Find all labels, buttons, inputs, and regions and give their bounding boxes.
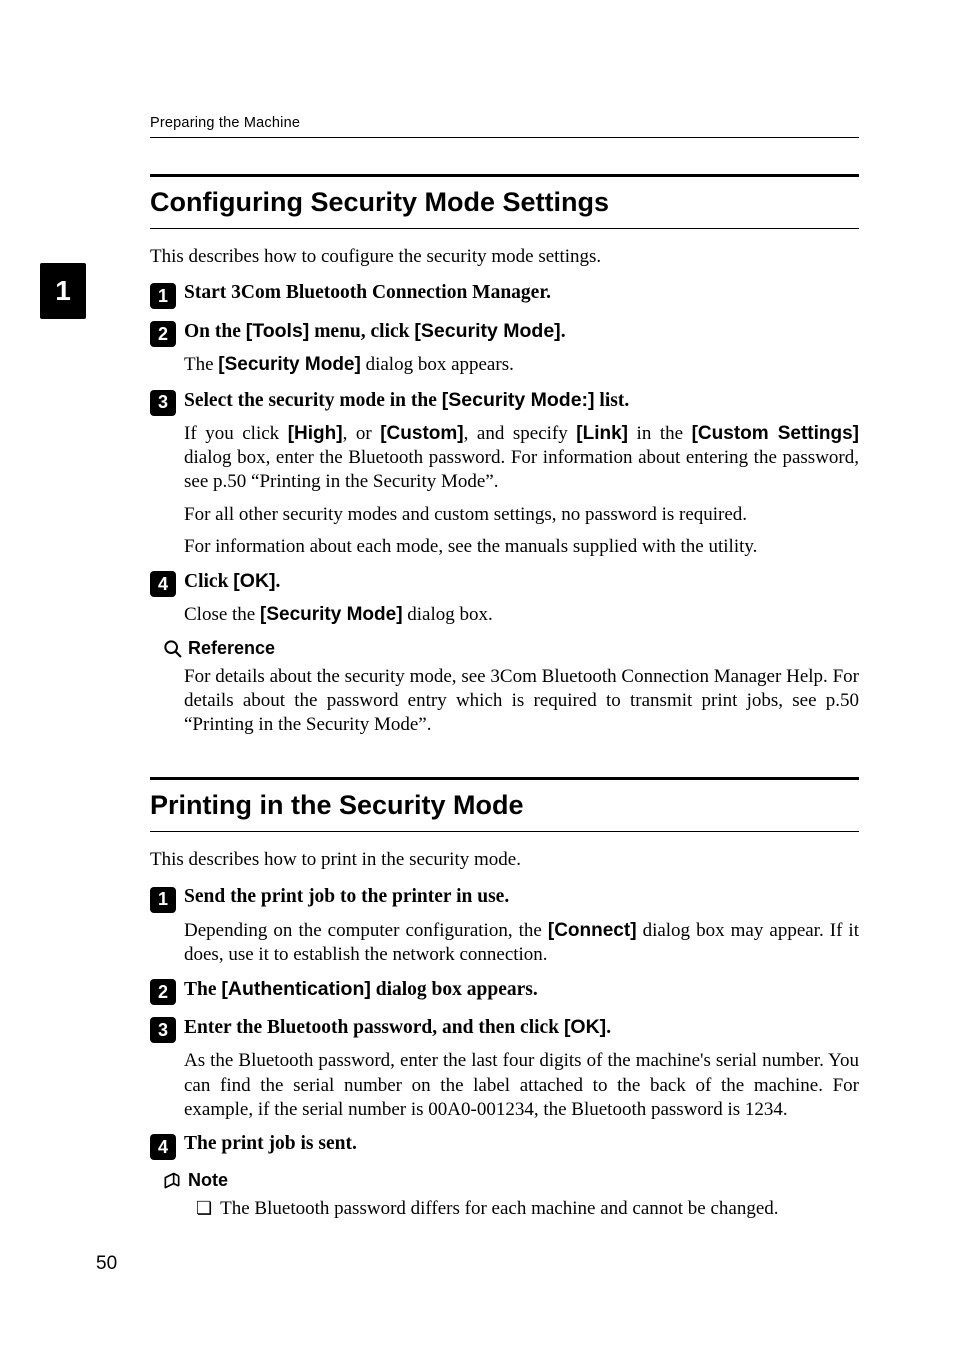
text: , or	[343, 423, 381, 444]
section-rule-top	[150, 174, 859, 177]
step-3: 3 Select the security mode in the [Secur…	[150, 388, 859, 560]
step-body-text: If you click [High], or [Custom], and sp…	[184, 422, 859, 495]
text: If you click	[184, 423, 288, 444]
section-title-printing: Printing in the Security Mode	[150, 790, 859, 821]
text: , and specify	[464, 423, 577, 444]
note-label: Note	[188, 1170, 228, 1191]
ui-label-security-mode: [Security Mode]	[218, 354, 361, 375]
text: .	[606, 1017, 611, 1038]
step-heading: Select the security mode in the [Securit…	[184, 388, 629, 414]
step-body-text: As the Bluetooth password, enter the las…	[184, 1049, 859, 1122]
text: Enter the Bluetooth password, and then c…	[184, 1017, 564, 1038]
step-number-badge: 4	[150, 1134, 176, 1160]
step-4: 4 The print job is sent.	[150, 1132, 859, 1160]
text: Close the	[184, 604, 260, 625]
step-heading: Click [OK].	[184, 569, 280, 595]
note-text: The Bluetooth password differs for each …	[220, 1197, 778, 1221]
step-heading: Send the print job to the printer in use…	[184, 885, 509, 910]
reference-label: Reference	[188, 638, 275, 659]
step-1: 1 Send the print job to the printer in u…	[150, 885, 859, 968]
step-number-badge: 1	[150, 283, 176, 309]
page: 1 Preparing the Machine Configuring Secu…	[0, 0, 954, 1351]
section-rule-top	[150, 777, 859, 780]
text: list.	[595, 390, 630, 411]
text: Click	[184, 571, 233, 592]
step-2: 2 On the [Tools] menu, click [Security M…	[150, 319, 859, 377]
step-body-text: Depending on the computer configuration,…	[184, 919, 859, 968]
text: On the	[184, 321, 246, 342]
step-body-text: The [Security Mode] dialog box appears.	[184, 353, 859, 377]
ui-label-custom-settings: [Custom Settings]	[692, 423, 859, 444]
text: dialog box appears.	[361, 354, 514, 375]
text: .	[561, 321, 566, 342]
step-number-badge: 3	[150, 1017, 176, 1043]
section-title-configuring: Configuring Security Mode Settings	[150, 187, 859, 218]
step-body-text: Close the [Security Mode] dialog box.	[184, 603, 859, 627]
chapter-tab: 1	[40, 263, 86, 319]
text: The	[184, 354, 218, 375]
ui-label-high: [High]	[288, 423, 343, 444]
ui-label-tools: [Tools]	[246, 320, 310, 342]
running-head-rule	[150, 137, 859, 138]
text: The	[184, 979, 221, 1000]
page-number: 50	[96, 1253, 117, 1275]
text: .	[276, 571, 281, 592]
step-number-badge: 4	[150, 571, 176, 597]
ui-label-authentication: [Authentication]	[221, 978, 370, 1000]
step-2: 2 The [Authentication] dialog box appear…	[150, 977, 859, 1005]
note-icon	[162, 1171, 182, 1191]
text: dialog box.	[403, 604, 493, 625]
text: dialog box appears.	[371, 979, 538, 1000]
intro-paragraph: This describes how to print in the secur…	[150, 848, 859, 872]
section-rule-bottom	[150, 228, 859, 229]
text: in the	[628, 423, 692, 444]
step-number-badge: 1	[150, 887, 176, 913]
step-number-badge: 2	[150, 321, 176, 347]
step-heading: The print job is sent.	[184, 1132, 357, 1157]
running-head: Preparing the Machine	[150, 115, 859, 131]
note-heading: Note	[162, 1170, 859, 1191]
reference-text: For details about the security mode, see…	[184, 665, 859, 738]
ui-label-security-mode: [Security Mode]	[260, 604, 403, 625]
step-1: 1 Start 3Com Bluetooth Connection Manage…	[150, 281, 859, 309]
text: Select the security mode in the	[184, 390, 442, 411]
text: dialog box, enter the Bluetooth password…	[184, 447, 859, 492]
step-body-text: For all other security modes and custom …	[184, 503, 859, 527]
reference-heading: Reference	[162, 638, 859, 659]
bullet-mark: ❏	[196, 1197, 212, 1221]
text: Depending on the computer configuration,…	[184, 920, 548, 941]
step-number-badge: 3	[150, 390, 176, 416]
step-body-text: For information about each mode, see the…	[184, 535, 859, 559]
step-heading: Enter the Bluetooth password, and then c…	[184, 1015, 611, 1041]
ui-label-security-mode: [Security Mode]	[414, 320, 560, 342]
ui-label-security-mode-list: [Security Mode:]	[442, 389, 595, 411]
step-heading: Start 3Com Bluetooth Connection Manager.	[184, 281, 551, 306]
ui-label-ok: [OK]	[233, 570, 275, 592]
intro-paragraph: This describes how to coufigure the secu…	[150, 245, 859, 269]
text: menu, click	[309, 321, 414, 342]
ui-label-ok: [OK]	[564, 1016, 606, 1038]
ui-label-custom: [Custom]	[380, 423, 463, 444]
step-4: 4 Click [OK]. Close the [Security Mode] …	[150, 569, 859, 627]
section-rule-bottom	[150, 831, 859, 832]
note-bullet: ❏ The Bluetooth password differs for eac…	[196, 1197, 859, 1221]
step-heading: On the [Tools] menu, click [Security Mod…	[184, 319, 566, 345]
step-heading: The [Authentication] dialog box appears.	[184, 977, 538, 1003]
step-number-badge: 2	[150, 979, 176, 1005]
ui-label-connect: [Connect]	[548, 920, 637, 941]
reference-icon	[162, 638, 182, 658]
ui-label-link: [Link]	[576, 423, 628, 444]
step-3: 3 Enter the Bluetooth password, and then…	[150, 1015, 859, 1122]
